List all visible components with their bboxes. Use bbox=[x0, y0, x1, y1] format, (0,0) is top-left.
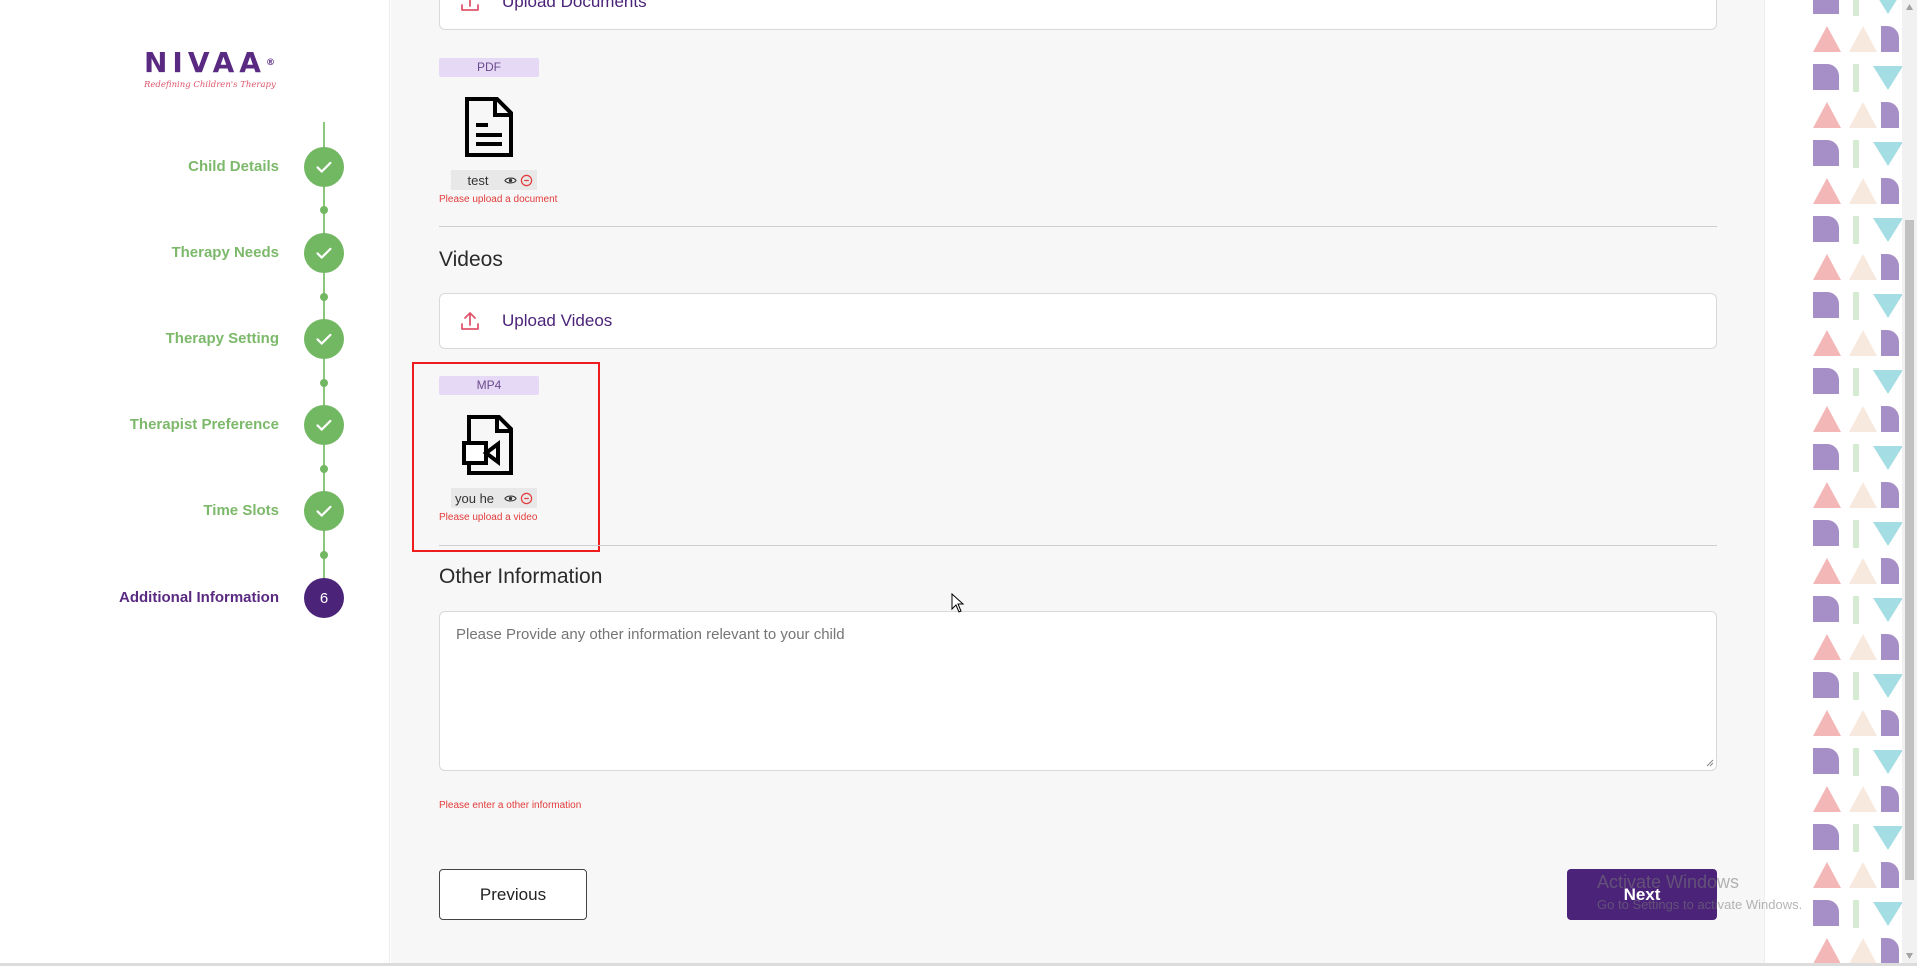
main-content: Upload Documents PDF test Please upload … bbox=[391, 0, 1764, 966]
step-label: Therapist Preference bbox=[129, 416, 279, 433]
stepper-dot bbox=[320, 379, 328, 387]
check-icon bbox=[304, 491, 344, 531]
check-icon bbox=[304, 405, 344, 445]
divider bbox=[439, 226, 1717, 227]
scroll-up-arrow-icon[interactable] bbox=[1905, 3, 1914, 11]
other-information-textarea[interactable] bbox=[439, 611, 1717, 771]
resize-handle-icon[interactable] bbox=[1704, 757, 1714, 767]
step-time-slots[interactable]: Time Slots bbox=[0, 491, 389, 531]
previous-button[interactable]: Previous bbox=[439, 869, 587, 920]
step-label: Child Details bbox=[188, 158, 279, 175]
sidebar: NIVAA® Redefining Children's Therapy Chi… bbox=[0, 0, 390, 966]
watermark-title: Activate Windows bbox=[1597, 872, 1740, 892]
step-label: Time Slots bbox=[203, 502, 279, 519]
decorative-pattern bbox=[1764, 0, 1902, 966]
upload-documents-button[interactable]: Upload Documents bbox=[439, 0, 1717, 30]
stepper-dot bbox=[320, 465, 328, 473]
document-icon bbox=[465, 97, 513, 157]
pattern-graphic bbox=[1813, 0, 1902, 964]
stepper-dot bbox=[320, 551, 328, 559]
upload-videos-button[interactable]: Upload Videos bbox=[439, 293, 1717, 349]
file-type-badge: PDF bbox=[439, 58, 539, 77]
step-label: Therapy Setting bbox=[165, 330, 279, 347]
document-file-card: PDF test Please upload a document bbox=[439, 58, 558, 205]
divider bbox=[439, 545, 1717, 546]
step-additional-information[interactable]: Additional Information 6 bbox=[0, 578, 389, 618]
logo-trademark: ® bbox=[265, 58, 275, 68]
eye-icon[interactable] bbox=[504, 174, 517, 187]
file-type-badge: MP4 bbox=[439, 376, 539, 395]
video-file-card: MP4 you he Please upload a video bbox=[439, 376, 549, 523]
logo: NIVAA® Redefining Children's Therapy bbox=[144, 46, 276, 91]
mouse-cursor-icon bbox=[951, 593, 965, 613]
file-name: you he bbox=[455, 490, 495, 506]
scrollbar[interactable] bbox=[1902, 0, 1917, 966]
watermark-subtitle: Go to Settings to activate Windows. bbox=[1597, 897, 1803, 912]
upload-icon bbox=[461, 312, 479, 330]
check-icon bbox=[304, 319, 344, 359]
remove-icon[interactable] bbox=[520, 174, 533, 187]
scroll-thumb[interactable] bbox=[1905, 220, 1914, 880]
step-number: 6 bbox=[304, 578, 344, 618]
video-error: Please upload a video bbox=[439, 512, 538, 523]
video-file-icon bbox=[462, 415, 513, 475]
file-name: test bbox=[467, 172, 489, 188]
document-error: Please upload a document bbox=[439, 194, 558, 205]
step-therapy-setting[interactable]: Therapy Setting bbox=[0, 319, 389, 359]
remove-icon[interactable] bbox=[520, 492, 533, 505]
activate-windows-watermark: Activate Windows Go to Settings to activ… bbox=[1597, 872, 1802, 912]
other-information-title: Other Information bbox=[439, 565, 603, 588]
eye-icon[interactable] bbox=[504, 492, 517, 505]
step-therapy-needs[interactable]: Therapy Needs bbox=[0, 233, 389, 273]
scroll-down-arrow-icon[interactable] bbox=[1905, 952, 1914, 960]
upload-videos-label: Upload Videos bbox=[502, 311, 613, 330]
upload-icon bbox=[461, 0, 479, 11]
step-child-details[interactable]: Child Details bbox=[0, 147, 389, 187]
videos-title: Videos bbox=[439, 248, 503, 271]
step-label: Therapy Needs bbox=[171, 244, 279, 261]
logo-tagline: Redefining Children's Therapy bbox=[144, 80, 276, 90]
upload-documents-label: Upload Documents bbox=[502, 0, 647, 11]
step-label: Additional Information bbox=[119, 589, 279, 606]
other-information-error: Please enter a other information bbox=[439, 800, 582, 811]
check-icon bbox=[304, 233, 344, 273]
logo-brand: NIVAA bbox=[144, 46, 266, 79]
stepper-dot bbox=[320, 206, 328, 214]
check-icon bbox=[304, 147, 344, 187]
step-therapist-preference[interactable]: Therapist Preference bbox=[0, 405, 389, 445]
stepper-dot bbox=[320, 293, 328, 301]
